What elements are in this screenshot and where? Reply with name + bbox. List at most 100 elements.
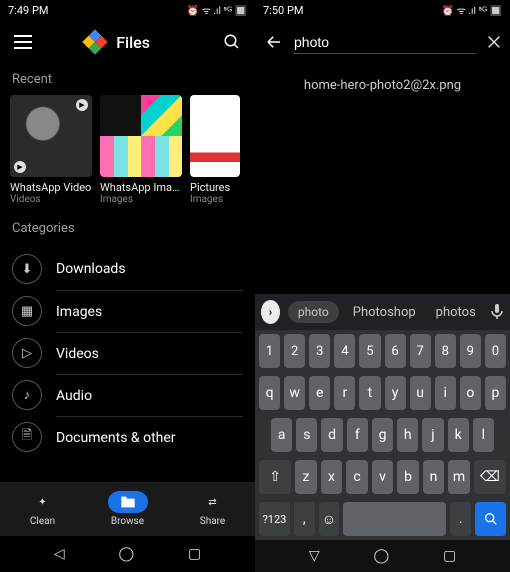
share-icon: ⇄ (193, 491, 233, 513)
key[interactable]: w (284, 376, 305, 410)
shift-key[interactable]: ⇧ (259, 460, 291, 494)
nav-browse[interactable]: Browse (108, 491, 148, 527)
play-badge-icon: ▶ (76, 99, 88, 111)
category-documents[interactable]: 🗎 Documents & other (12, 416, 243, 458)
system-nav: ▽ ◯ ▢ (255, 540, 510, 572)
status-right-cluster: ⏰ ᯤ .ıl ⁵ᴳ 🔲 (442, 3, 502, 17)
thumbnail-icon (190, 95, 240, 177)
play-badge-icon: ▶ (14, 161, 26, 173)
suggestion-main[interactable]: photo (288, 301, 339, 323)
key[interactable]: 4 (334, 334, 355, 368)
key[interactable]: i (435, 376, 456, 410)
nav-label: Browse (111, 516, 144, 527)
key[interactable]: 3 (309, 334, 330, 368)
thumbnail-icon: ▶ ▶ (10, 95, 92, 177)
recent-item[interactable]: ▶ ▶ WhatsApp Video Videos (10, 95, 92, 205)
key[interactable]: m (448, 460, 470, 494)
search-result-item[interactable]: home-hero-photo2@2x.png (255, 64, 510, 107)
back-arrow-icon[interactable] (265, 31, 283, 53)
key[interactable]: z (295, 460, 317, 494)
overview-icon[interactable]: ▢ (443, 548, 456, 564)
back-icon[interactable]: ◁ (54, 546, 65, 562)
suggestion-item[interactable]: photos (430, 301, 482, 324)
key[interactable]: u (410, 376, 431, 410)
recent-item[interactable]: WhatsApp Images Images (100, 95, 182, 205)
key-row-numbers: 1 2 3 4 5 6 7 8 9 0 (255, 330, 510, 372)
recent-scroll[interactable]: ▶ ▶ WhatsApp Video Videos WhatsApp Image… (0, 95, 255, 205)
keyboard: › photo Photoshop photos 1 2 3 4 5 6 7 8… (255, 294, 510, 540)
key[interactable]: l (473, 418, 494, 452)
clear-icon[interactable] (486, 31, 502, 53)
suggestion-item[interactable]: Photoshop (347, 301, 422, 324)
status-time: 7:49 PM (8, 4, 48, 17)
key[interactable]: b (397, 460, 419, 494)
search-input[interactable] (293, 31, 476, 54)
nav-label: Share (200, 516, 225, 527)
key[interactable]: 6 (385, 334, 406, 368)
recent-title: WhatsApp Images (100, 181, 182, 194)
key[interactable]: y (385, 376, 406, 410)
period-key[interactable]: . (450, 502, 471, 536)
key[interactable]: d (321, 418, 342, 452)
key-row-3: ⇧ z x c v b n m ⌫ (255, 456, 510, 498)
suggestion-bar: › photo Photoshop photos (255, 294, 510, 330)
key[interactable]: h (397, 418, 418, 452)
key[interactable]: a (271, 418, 292, 452)
videos-icon: ▷ (12, 338, 42, 368)
nav-share[interactable]: ⇄ Share (193, 491, 233, 527)
backspace-key[interactable]: ⌫ (474, 460, 506, 494)
key[interactable]: x (321, 460, 343, 494)
mic-icon[interactable] (490, 303, 504, 321)
category-audio[interactable]: ♪ Audio (12, 374, 243, 416)
key[interactable]: 1 (259, 334, 280, 368)
space-key[interactable] (343, 502, 446, 536)
key[interactable]: 7 (410, 334, 431, 368)
category-videos[interactable]: ▷ Videos (12, 332, 243, 374)
overview-icon[interactable]: ▢ (188, 546, 201, 562)
back-icon[interactable]: ▽ (309, 548, 320, 564)
key[interactable]: f (347, 418, 368, 452)
expand-icon[interactable]: › (261, 300, 280, 324)
recent-item[interactable]: Pictures Images (190, 95, 240, 205)
nav-clean[interactable]: ✦ Clean (23, 491, 63, 527)
symbols-key[interactable]: ?123 (259, 502, 290, 536)
category-downloads[interactable]: ⬇ Downloads (12, 248, 243, 290)
key[interactable]: 8 (435, 334, 456, 368)
key[interactable]: j (422, 418, 443, 452)
key[interactable]: n (423, 460, 445, 494)
search-icon[interactable] (221, 31, 243, 53)
key[interactable]: v (372, 460, 394, 494)
audio-icon: ♪ (12, 380, 42, 410)
key[interactable]: s (296, 418, 317, 452)
search-key[interactable] (475, 502, 506, 536)
key[interactable]: q (259, 376, 280, 410)
key[interactable]: c (346, 460, 368, 494)
key[interactable]: 0 (485, 334, 506, 368)
emoji-key[interactable]: ☺ (319, 502, 340, 536)
menu-icon[interactable] (12, 31, 34, 53)
home-icon[interactable]: ◯ (373, 548, 389, 564)
key[interactable]: e (309, 376, 330, 410)
download-icon: ⬇ (12, 254, 42, 284)
key[interactable]: 9 (460, 334, 481, 368)
category-label: Videos (56, 332, 243, 375)
key[interactable]: p (485, 376, 506, 410)
recent-title: WhatsApp Video (10, 181, 92, 194)
section-header-categories: Categories (0, 213, 255, 244)
app-bar: Files (0, 20, 255, 64)
key[interactable]: 5 (359, 334, 380, 368)
key[interactable]: t (359, 376, 380, 410)
key[interactable]: g (372, 418, 393, 452)
key[interactable]: 2 (284, 334, 305, 368)
key[interactable]: k (448, 418, 469, 452)
home-icon[interactable]: ◯ (118, 546, 134, 562)
key[interactable]: r (334, 376, 355, 410)
key-row-1: q w e r t y u i o p (255, 372, 510, 414)
recent-title: Pictures (190, 181, 240, 194)
comma-key[interactable]: , (294, 502, 315, 536)
key[interactable]: o (460, 376, 481, 410)
key-row-2: a s d f g h j k l (255, 414, 510, 456)
category-images[interactable]: ▦ Images (12, 290, 243, 332)
results-area (255, 107, 510, 294)
status-icons: ⏰ ᯤ .ıl ⁵ᴳ 🔲 (442, 3, 502, 17)
